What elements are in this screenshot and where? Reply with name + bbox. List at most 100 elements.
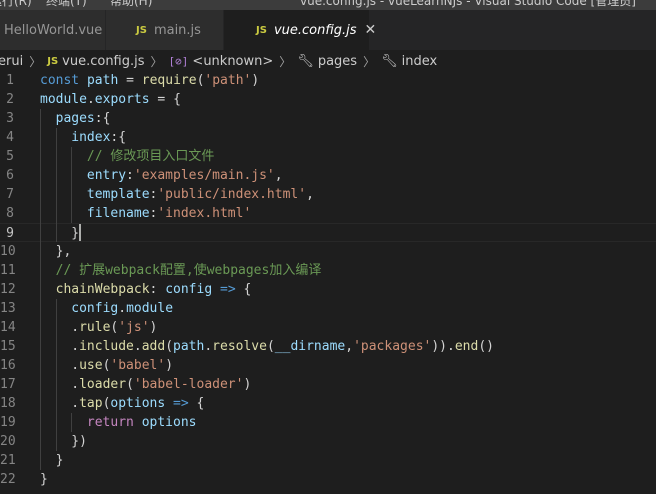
code-text: const path = require('path') xyxy=(40,71,259,90)
code-editor[interactable]: 1 const path = require('path') 2 module.exp… xyxy=(0,70,656,494)
code-token: template xyxy=(86,187,150,202)
code-line[interactable]: 15 .include.add(path.resolve(__dirname,'p… xyxy=(0,337,656,356)
code-text: return options xyxy=(87,413,197,432)
code-line[interactable]: 16 .use('babel') xyxy=(0,356,656,375)
code-line[interactable]: 4 index:{ xyxy=(0,128,656,147)
line-number: 8 xyxy=(6,206,14,221)
code-token: . xyxy=(71,358,80,373)
indent-guide xyxy=(40,432,41,451)
code-token: . xyxy=(118,301,127,316)
code-token: 'examples/main.js' xyxy=(133,168,275,183)
indent-guide xyxy=(40,128,41,147)
indent-guide xyxy=(40,356,41,375)
breadcrumb-symbol[interactable]: <unknown> xyxy=(192,54,273,69)
code-token: ( xyxy=(266,339,275,354)
indent-guide xyxy=(40,280,41,299)
code-line[interactable]: 7 template:'public/index.html', xyxy=(0,185,656,204)
line-number: 7 xyxy=(6,187,14,202)
line-number: 16 xyxy=(0,358,16,373)
code-line[interactable]: 8 filename:'index.html' xyxy=(0,204,656,223)
tab-label: HelloWorld.vue xyxy=(4,22,103,38)
indent-guide xyxy=(55,204,57,223)
code-token: chainWebpack xyxy=(55,282,150,297)
code-token: = xyxy=(118,73,142,88)
indent-guide xyxy=(40,318,41,337)
code-token: . xyxy=(71,320,80,335)
property-wrench-icon: 🔧︎ xyxy=(381,53,398,69)
code-line[interactable]: 9} xyxy=(0,223,656,242)
breadcrumb-property-index[interactable]: index xyxy=(402,54,438,69)
code-token: __dirname xyxy=(274,339,346,354)
variable-symbol-icon: [⊘] xyxy=(168,54,189,68)
menu-run[interactable]: 运行(R) xyxy=(0,0,32,8)
indent-guide xyxy=(40,451,41,470)
code-token: => xyxy=(220,282,236,297)
code-line[interactable]: 3 pages:{ xyxy=(0,109,656,128)
indent-guide xyxy=(55,432,57,451)
code-token: () xyxy=(478,339,494,354)
code-line[interactable]: 21} xyxy=(0,451,656,470)
code-text: // 修改项目入口文件 xyxy=(87,147,214,166)
code-text: .tap(options => { xyxy=(71,394,204,413)
code-token: // 扩展webpack配置,使webpages加入编译 xyxy=(55,263,322,278)
tab-helloworld-vue[interactable]: HelloWorld.vue xyxy=(0,10,106,50)
code-text: // 扩展webpack配置,使webpages加入编译 xyxy=(56,261,322,280)
code-token: tap xyxy=(79,396,103,411)
indent-guide xyxy=(55,375,57,394)
code-token: options xyxy=(110,396,166,411)
code-line[interactable]: 10}, xyxy=(0,242,656,261)
code-line[interactable]: 6 entry:'examples/main.js', xyxy=(0,166,656,185)
code-line[interactable]: 17 .loader('babel-loader') xyxy=(0,375,656,394)
code-line[interactable]: 20}) xyxy=(0,432,656,451)
code-token: , xyxy=(306,187,314,202)
line-number: 22 xyxy=(0,472,16,487)
indent-guide xyxy=(71,147,73,166)
code-text: template:'public/index.html', xyxy=(87,185,314,204)
code-line[interactable]: 1 const path = require('path') xyxy=(0,71,656,90)
code-token: ( xyxy=(165,339,174,354)
code-token: { xyxy=(188,396,205,411)
code-text: index:{ xyxy=(71,128,126,147)
title-bar: 运行(R) 终端(T) 帮助(H) vue.config.js - vueLea… xyxy=(0,0,656,10)
menu-help[interactable]: 帮助(H) xyxy=(110,0,152,8)
code-token: pages xyxy=(55,111,95,126)
code-token: } xyxy=(40,472,48,487)
line-number: 3 xyxy=(6,111,14,126)
tab-main-js[interactable]: JS main.js xyxy=(106,10,224,50)
code-text: pages:{ xyxy=(56,109,111,128)
code-line[interactable]: 19 return options xyxy=(0,413,656,432)
code-token: 'js' xyxy=(118,320,150,335)
code-line[interactable]: 14 .rule('js') xyxy=(0,318,656,337)
code-line[interactable]: 22} xyxy=(0,470,656,489)
code-line[interactable]: 11 // 扩展webpack配置,使webpages加入编译 xyxy=(0,261,656,280)
indent-guide xyxy=(40,166,41,185)
menu-terminal[interactable]: 终端(T) xyxy=(46,0,87,8)
code-line[interactable]: 13 config.module xyxy=(0,299,656,318)
code-text: }, xyxy=(56,242,72,261)
code-token: ) xyxy=(149,320,158,335)
line-number: 11 xyxy=(0,263,16,278)
breadcrumb-file[interactable]: vue.config.js xyxy=(62,54,144,69)
code-text: } xyxy=(40,470,48,489)
code-token: } xyxy=(55,453,64,468)
code-line[interactable]: 18 .tap(options => { xyxy=(0,394,656,413)
indent-guide xyxy=(40,185,41,204)
indent-guide xyxy=(55,223,57,242)
code-token: . xyxy=(71,396,80,411)
indent-guide xyxy=(71,413,73,432)
breadcrumb-folder[interactable]: erui xyxy=(0,54,23,69)
js-file-icon: JS xyxy=(136,24,147,36)
code-text: config.module xyxy=(71,299,173,318)
window-title: vue.config.js - vueLearnNJs - Visual Stu… xyxy=(300,0,636,8)
code-token: include xyxy=(79,339,134,354)
close-icon[interactable]: ✕ xyxy=(365,22,377,38)
tab-vue-config-js[interactable]: JS vue.config.js ✕ xyxy=(224,10,376,50)
code-line[interactable]: 2 module.exports = { xyxy=(0,90,656,109)
indent-guide xyxy=(40,394,41,413)
code-line[interactable]: 12 chainWebpack: config => { xyxy=(0,280,656,299)
code-line[interactable]: 5 // 修改项目入口文件 xyxy=(0,147,656,166)
code-text: module.exports = { xyxy=(40,90,181,109)
breadcrumb-property-pages[interactable]: pages xyxy=(318,54,357,69)
code-text: .include.add(path.resolve(__dirname,'pac… xyxy=(71,337,494,356)
code-token: config xyxy=(71,301,119,316)
